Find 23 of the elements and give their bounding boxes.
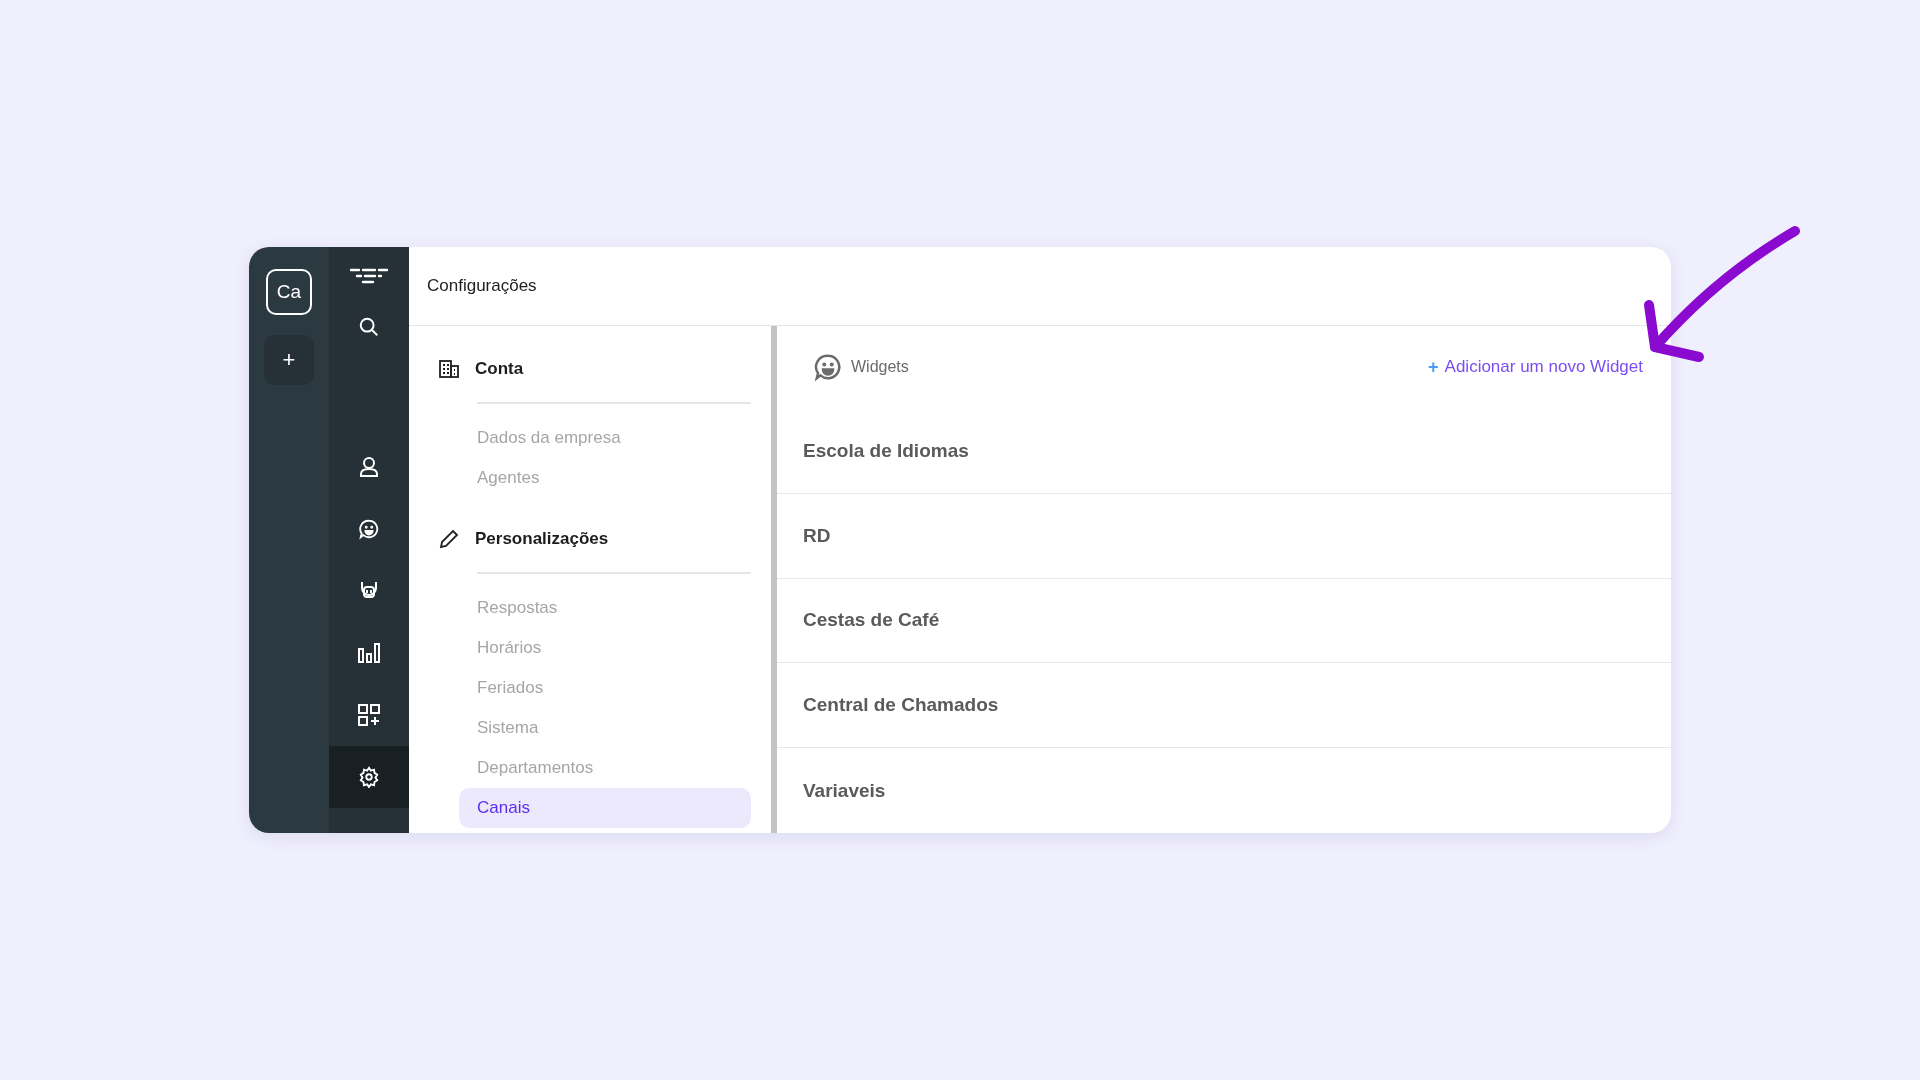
widgets-title: Widgets — [851, 358, 909, 377]
add-workspace-button[interactable]: + — [264, 335, 314, 385]
page-title: Configurações — [427, 276, 537, 296]
chat-face-icon — [813, 352, 843, 383]
workspace-avatar[interactable]: Ca — [266, 269, 312, 315]
building-icon — [439, 360, 459, 378]
widget-row[interactable]: Variaveis — [777, 748, 1671, 833]
widget-row[interactable]: Central de Chamados — [777, 663, 1671, 749]
add-widget-link[interactable]: + Adicionar um novo Widget — [1428, 356, 1643, 378]
grid-plus-icon — [358, 704, 380, 726]
section-title: Personalizações — [475, 529, 609, 549]
nav-button[interactable] — [329, 746, 409, 808]
widget-row[interactable]: RD — [777, 493, 1671, 579]
bar-chart-icon — [358, 643, 380, 663]
person-icon — [359, 456, 379, 478]
widget-row[interactable]: Escola de Idiomas — [777, 408, 1671, 494]
widget-row[interactable]: Cestas de Café — [777, 578, 1671, 664]
pencil-icon — [439, 529, 459, 549]
settings-icon — [358, 766, 380, 788]
menu-item[interactable]: Canais — [459, 788, 751, 828]
chat-face-icon — [358, 518, 380, 540]
section-title: Conta — [475, 359, 524, 379]
search-icon — [358, 316, 380, 338]
